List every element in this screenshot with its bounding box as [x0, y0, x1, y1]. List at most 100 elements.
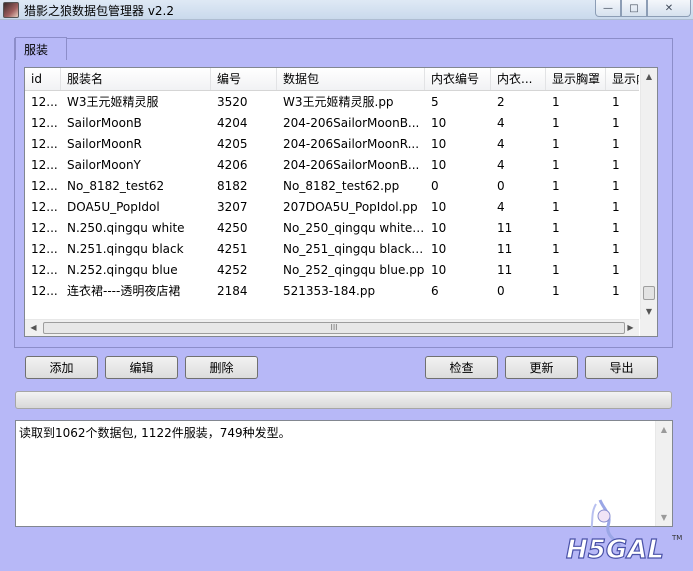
- scroll-thumb[interactable]: [643, 286, 655, 300]
- logo-tm: TM: [671, 534, 682, 542]
- scroll-down-icon[interactable]: ▼: [641, 303, 657, 320]
- table-row[interactable]: 12... DOA5U_PopIdol 3207 207DOA5U_PopIdol.p…: [25, 197, 639, 218]
- table-cell: No_252_qingqu blue.pp: [283, 263, 425, 277]
- table-cell: 10: [431, 221, 447, 235]
- scroll-up-icon[interactable]: ▲: [641, 68, 657, 85]
- table-row[interactable]: 12... N.251.qingqu black 4251 No_251_qingqu…: [25, 239, 639, 260]
- table-cell: 204-206SailorMoonR...: [283, 137, 420, 151]
- table-cell: 10: [431, 137, 447, 151]
- table-cell: 1: [552, 158, 560, 172]
- table-cell: No_8182_test62.pp: [283, 179, 400, 193]
- close-button[interactable]: ✕: [647, 0, 691, 17]
- title-bar: 猎影之狼数据包管理器 v2.2 — □ ✕: [0, 0, 693, 20]
- table-cell: 4206: [217, 158, 248, 172]
- table-cell: 10: [431, 116, 447, 130]
- scroll-left-icon[interactable]: ◀: [25, 320, 42, 336]
- logo-text: H5GAL: [566, 535, 664, 565]
- table-row[interactable]: 12... No_8182_test62 8182 No_8182_test62.pp…: [25, 176, 639, 197]
- column-header[interactable]: 内衣...: [491, 68, 546, 90]
- table-cell: 5: [431, 95, 439, 109]
- table-cell: 8182: [217, 179, 248, 193]
- column-header[interactable]: 编号: [211, 68, 277, 90]
- minimize-button[interactable]: —: [595, 0, 621, 17]
- table-cell: 1: [612, 200, 620, 214]
- table-row[interactable]: 12... SailorMoonB 4204 204-206SailorMoonB..…: [25, 113, 639, 134]
- column-header[interactable]: 显示内: [606, 68, 639, 90]
- table-cell: 0: [497, 179, 505, 193]
- table-cell: 12...: [31, 263, 58, 277]
- clothes-list[interactable]: id服装名编号数据包内衣编号内衣...显示胸罩显示内 12... W3王元姬精灵服…: [24, 67, 658, 337]
- table-row[interactable]: 12... 连衣裙----透明夜店裙 2184 521353-184.pp 6 0 1 1: [25, 281, 639, 302]
- table-cell: 1: [552, 263, 560, 277]
- table-cell: 207DOA5U_PopIdol.pp: [283, 200, 418, 214]
- table-cell: N.251.qingqu black: [67, 242, 184, 256]
- edit-button[interactable]: 编辑: [105, 356, 178, 379]
- table-cell: 12...: [31, 179, 58, 193]
- table-cell: No_8182_test62: [67, 179, 165, 193]
- table-cell: 12...: [31, 284, 58, 298]
- window-title: 猎影之狼数据包管理器 v2.2: [24, 4, 175, 18]
- column-header[interactable]: 服装名: [61, 68, 211, 90]
- table-cell: 1: [552, 179, 560, 193]
- column-header[interactable]: id: [25, 68, 61, 90]
- table-cell: 521353-184.pp: [283, 284, 376, 298]
- table-cell: 10: [431, 158, 447, 172]
- table-cell: 12...: [31, 158, 58, 172]
- table-cell: 1: [552, 242, 560, 256]
- table-cell: 连衣裙----透明夜店裙: [67, 284, 181, 298]
- table-row[interactable]: 12... SailorMoonR 4205 204-206SailorMoonR..…: [25, 134, 639, 155]
- table-cell: W3王元姬精灵服: [67, 95, 159, 109]
- delete-button[interactable]: 删除: [185, 356, 258, 379]
- table-cell: 4251: [217, 242, 248, 256]
- column-header[interactable]: 内衣编号: [425, 68, 491, 90]
- table-cell: 2184: [217, 284, 248, 298]
- table-cell: 0: [497, 284, 505, 298]
- app-icon: [3, 2, 19, 18]
- tab-clothes[interactable]: 服装: [15, 37, 67, 60]
- list-body: 12... W3王元姬精灵服 3520 W3王元姬精灵服.pp 5 2 1 1 12... Sai…: [25, 92, 639, 320]
- progress-bar: [15, 391, 672, 409]
- table-cell: 11: [497, 242, 513, 256]
- table-cell: 1: [612, 95, 620, 109]
- table-cell: 1: [612, 137, 620, 151]
- table-row[interactable]: 12... SailorMoonY 4206 204-206SailorMoonB..…: [25, 155, 639, 176]
- table-cell: 1: [552, 137, 560, 151]
- table-cell: 1: [612, 221, 620, 235]
- horizontal-scrollbar[interactable]: ◀ III ▶: [25, 319, 639, 336]
- table-cell: 1: [552, 221, 560, 235]
- hscroll-thumb[interactable]: III: [43, 322, 625, 334]
- table-cell: SailorMoonR: [67, 137, 142, 151]
- table-cell: 4: [497, 137, 505, 151]
- table-cell: 10: [431, 200, 447, 214]
- table-row[interactable]: 12... N.250.qingqu white 4250 No_250_qingqu…: [25, 218, 639, 239]
- maximize-button[interactable]: □: [621, 0, 647, 17]
- table-cell: 6: [431, 284, 439, 298]
- table-cell: W3王元姬精灵服.pp: [283, 95, 394, 109]
- vertical-scrollbar[interactable]: ▲ ▼: [640, 68, 657, 320]
- scroll-right-icon[interactable]: ▶: [622, 320, 639, 336]
- add-button[interactable]: 添加: [25, 356, 98, 379]
- table-cell: SailorMoonB: [67, 116, 142, 130]
- table-cell: 12...: [31, 242, 58, 256]
- scroll-corner: [640, 319, 657, 336]
- table-cell: 12...: [31, 137, 58, 151]
- table-row[interactable]: 12... W3王元姬精灵服 3520 W3王元姬精灵服.pp 5 2 1 1: [25, 92, 639, 113]
- column-header[interactable]: 显示胸罩: [546, 68, 606, 90]
- table-cell: 1: [612, 263, 620, 277]
- table-cell: No_251_qingqu black....: [283, 242, 425, 256]
- table-cell: 1: [612, 242, 620, 256]
- column-header[interactable]: 数据包: [277, 68, 425, 90]
- table-cell: 204-206SailorMoonB...: [283, 116, 420, 130]
- table-cell: 10: [431, 263, 447, 277]
- log-text: 读取到1062个数据包, 1122件服装，749种发型。: [19, 426, 291, 440]
- check-button[interactable]: 检查: [425, 356, 498, 379]
- brand-logo: H5GAL TM: [565, 499, 682, 566]
- table-cell: N.252.qingqu blue: [67, 263, 178, 277]
- table-cell: 1: [552, 200, 560, 214]
- update-button[interactable]: 更新: [505, 356, 578, 379]
- table-cell: 0: [431, 179, 439, 193]
- table-cell: 3520: [217, 95, 248, 109]
- table-row[interactable]: 12... N.252.qingqu blue 4252 No_252_qingqu …: [25, 260, 639, 281]
- export-button[interactable]: 导出: [585, 356, 658, 379]
- log-scroll-up-icon[interactable]: ▲: [656, 421, 672, 438]
